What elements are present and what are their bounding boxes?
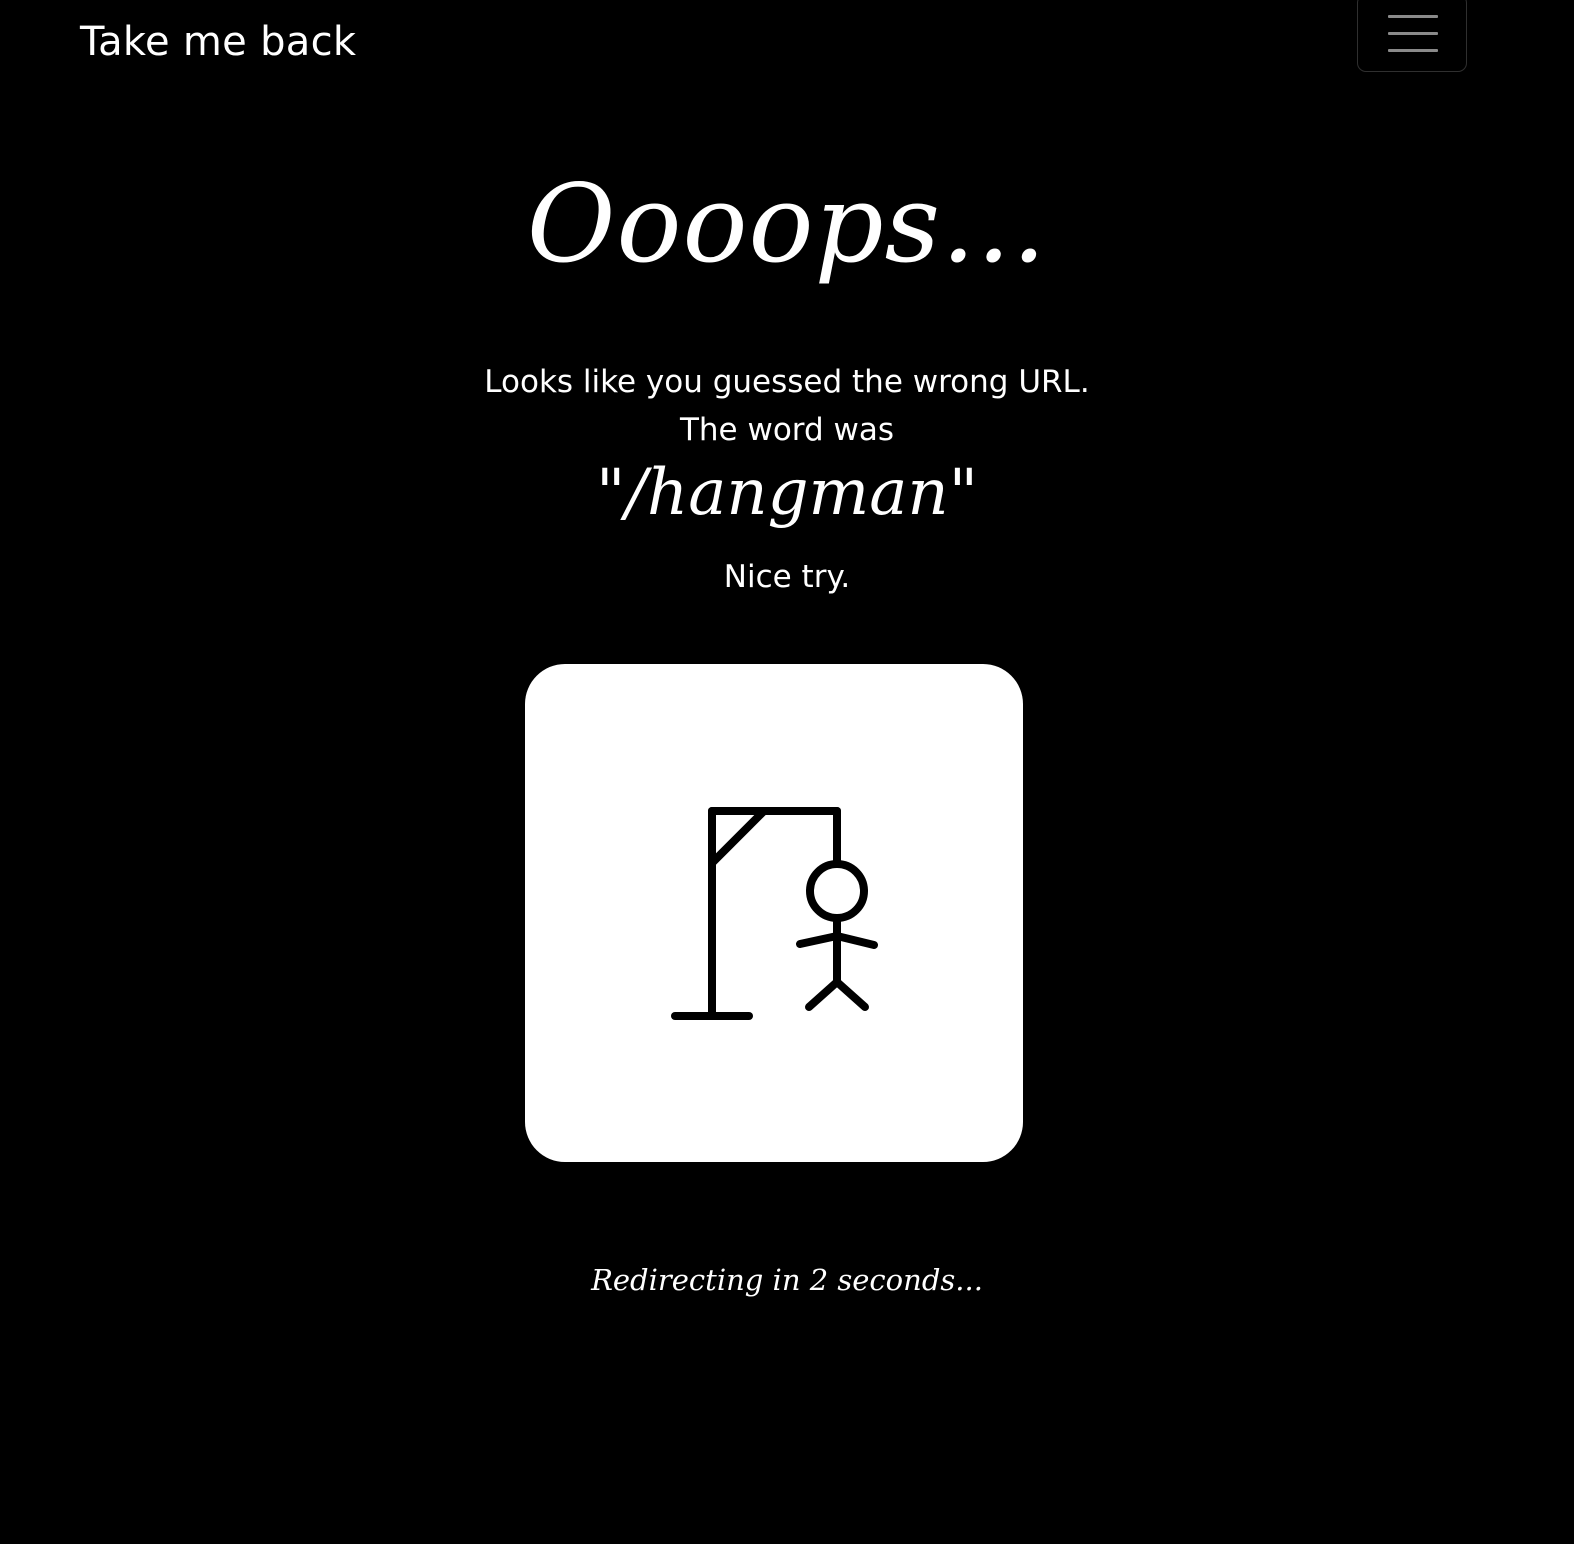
hamburger-menu-icon (1388, 15, 1438, 18)
take-me-back-link[interactable]: Take me back (80, 16, 356, 68)
guessed-word: "/hangman" (595, 456, 979, 530)
navbar: Take me back (0, 0, 1574, 84)
hamburger-menu-icon-bar (1388, 49, 1438, 52)
word-was-message: The word was (679, 412, 895, 448)
menu-toggle-button[interactable] (1357, 0, 1467, 72)
hamburger-menu-icon-bar (1388, 32, 1438, 35)
nice-try-message: Nice try. (723, 559, 851, 595)
hangman-card (525, 664, 1023, 1162)
redirect-countdown: Redirecting in 2 seconds... (591, 1263, 983, 1297)
hangman-icon (671, 807, 878, 1020)
page-title: Oooops... (526, 162, 1048, 287)
wrong-url-message: Looks like you guessed the wrong URL. (484, 364, 1090, 400)
